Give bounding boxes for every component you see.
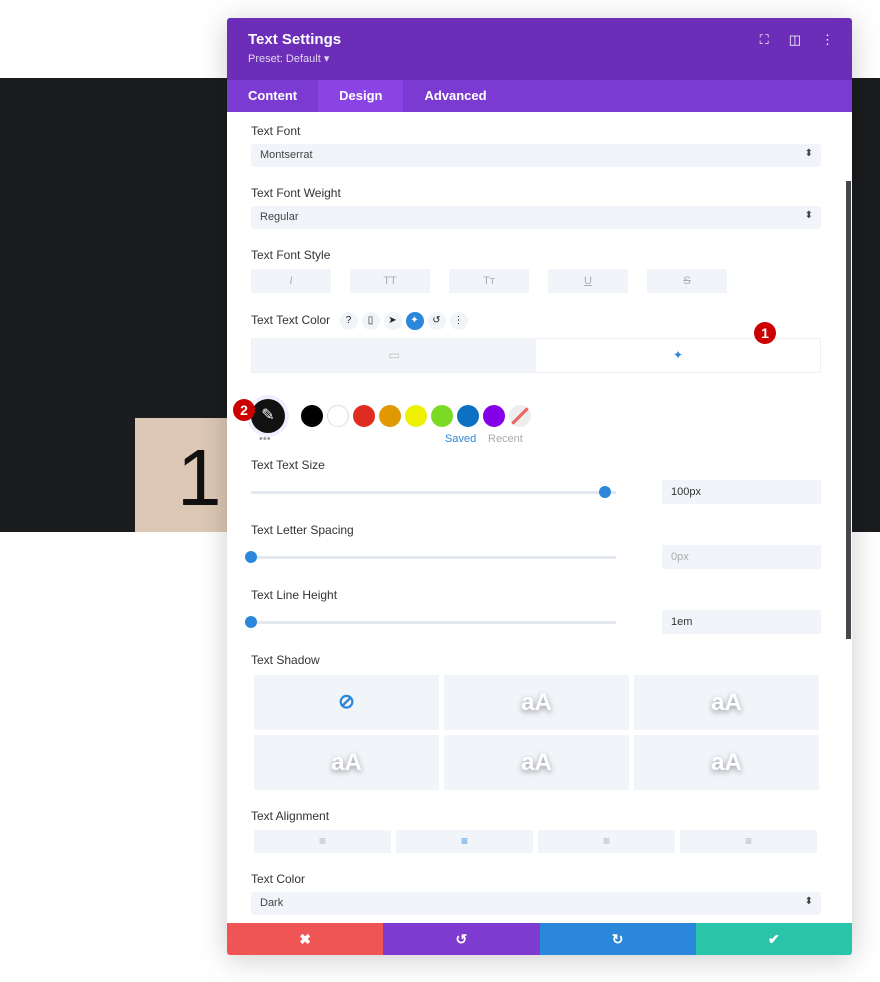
eyedropper-picker[interactable]: ✎ <box>251 399 285 433</box>
more-options-icon[interactable]: ⋮ <box>821 32 834 48</box>
swatch-green[interactable] <box>431 405 453 427</box>
undo-button[interactable]: ↺ <box>383 923 540 955</box>
number-box: 1 <box>135 418 227 532</box>
letter-spacing-label: Text Letter Spacing <box>251 523 354 537</box>
more-swatches-icon[interactable]: ••• <box>259 433 271 445</box>
text-font-label: Text Font <box>251 124 301 138</box>
italic-button[interactable]: I <box>251 269 331 293</box>
align-right-button[interactable]: ≡ <box>538 830 675 853</box>
big-number: 1 <box>177 433 222 522</box>
badge-2: 2 <box>233 399 255 421</box>
swatch-blue[interactable] <box>457 405 479 427</box>
align-center-button[interactable]: ≡ <box>396 830 533 853</box>
align-left-button[interactable]: ≡ <box>254 830 391 853</box>
help-icon[interactable]: ? <box>339 312 358 330</box>
swatch-red[interactable] <box>353 405 375 427</box>
slider-handle[interactable] <box>599 485 612 498</box>
split-view-icon[interactable]: ◫ <box>789 32 801 48</box>
font-style-label: Text Font Style <box>251 248 331 262</box>
tab-advanced[interactable]: Advanced <box>403 80 507 112</box>
line-height-label: Text Line Height <box>251 588 338 602</box>
save-button[interactable]: ✔ <box>695 923 852 955</box>
shadow-option[interactable]: aA <box>254 735 439 790</box>
saved-tab[interactable]: Saved <box>445 433 476 445</box>
shadow-option[interactable]: aA <box>444 675 629 730</box>
recent-tab[interactable]: Recent <box>488 433 523 445</box>
shadow-option[interactable]: aA <box>634 675 819 730</box>
shadow-option[interactable]: aA <box>634 735 819 790</box>
text-color-select-label: Text Color <box>251 872 306 886</box>
text-size-input[interactable]: 100px <box>662 480 821 504</box>
text-size-label: Text Text Size <box>251 458 325 472</box>
text-font-select[interactable]: Montserrat <box>251 144 821 167</box>
text-alignment-label: Text Alignment <box>251 809 330 823</box>
text-shadow-label: Text Shadow <box>251 653 320 667</box>
fullscreen-icon[interactable]: ⛶ <box>760 32 769 48</box>
line-height-input[interactable]: 1em <box>662 610 821 634</box>
swatch-black[interactable] <box>301 405 323 427</box>
slider-handle[interactable] <box>245 550 257 563</box>
tab-content[interactable]: Content <box>227 80 318 112</box>
letter-spacing-input[interactable]: 0px <box>662 545 821 569</box>
cancel-button[interactable]: ✖ <box>227 923 384 955</box>
scrollbar[interactable] <box>846 181 851 639</box>
tab-design[interactable]: Design <box>318 80 404 112</box>
font-weight-select[interactable]: Regular <box>251 206 821 229</box>
badge-1: 1 <box>754 322 776 344</box>
default-state-tab[interactable]: ▭ <box>252 339 536 372</box>
mobile-icon[interactable]: ▯ <box>361 312 380 330</box>
swatch-none[interactable] <box>509 405 531 427</box>
shadow-option[interactable]: aA <box>444 735 629 790</box>
underline-button[interactable]: U <box>548 269 628 293</box>
swatch-yellow[interactable] <box>405 405 427 427</box>
text-color-label: Text Text Color <box>251 313 331 328</box>
align-justify-button[interactable]: ≡ <box>680 830 817 853</box>
modal-title: Text Settings <box>248 31 342 48</box>
text-color-select[interactable]: Dark <box>251 892 821 915</box>
redo-button[interactable]: ↻ <box>539 923 696 955</box>
capitalize-button[interactable]: Tт <box>449 269 529 293</box>
text-size-slider[interactable] <box>251 485 616 498</box>
sticky-pin-icon[interactable]: ✦ <box>405 312 424 330</box>
strikethrough-button[interactable]: S <box>647 269 727 293</box>
hover-cursor-icon[interactable]: ➤ <box>383 312 402 330</box>
modal-header: Text Settings Preset: Default ▾ ⛶ ◫ ⋮ <box>227 18 852 80</box>
options-icon[interactable]: ⋮ <box>449 312 468 330</box>
slider-handle[interactable] <box>245 615 257 628</box>
sticky-state-tab[interactable]: ✦ <box>536 339 820 372</box>
letter-spacing-slider[interactable] <box>245 550 616 563</box>
reset-icon[interactable]: ↺ <box>427 312 446 330</box>
tabs: Content Design Advanced <box>227 80 852 112</box>
swatch-orange[interactable] <box>379 405 401 427</box>
uppercase-button[interactable]: TT <box>350 269 430 293</box>
shadow-none-option[interactable]: ⊘ <box>254 675 439 730</box>
settings-body: Text Font Montserrat Text Font Weight Re… <box>227 112 852 923</box>
swatch-purple[interactable] <box>483 405 505 427</box>
swatch-white[interactable] <box>327 405 349 427</box>
font-weight-label: Text Font Weight <box>251 186 341 200</box>
preset-dropdown[interactable]: Preset: Default ▾ <box>248 52 831 65</box>
line-height-slider[interactable] <box>245 615 616 628</box>
text-settings-modal: Text Settings Preset: Default ▾ ⛶ ◫ ⋮ Co… <box>227 18 852 955</box>
